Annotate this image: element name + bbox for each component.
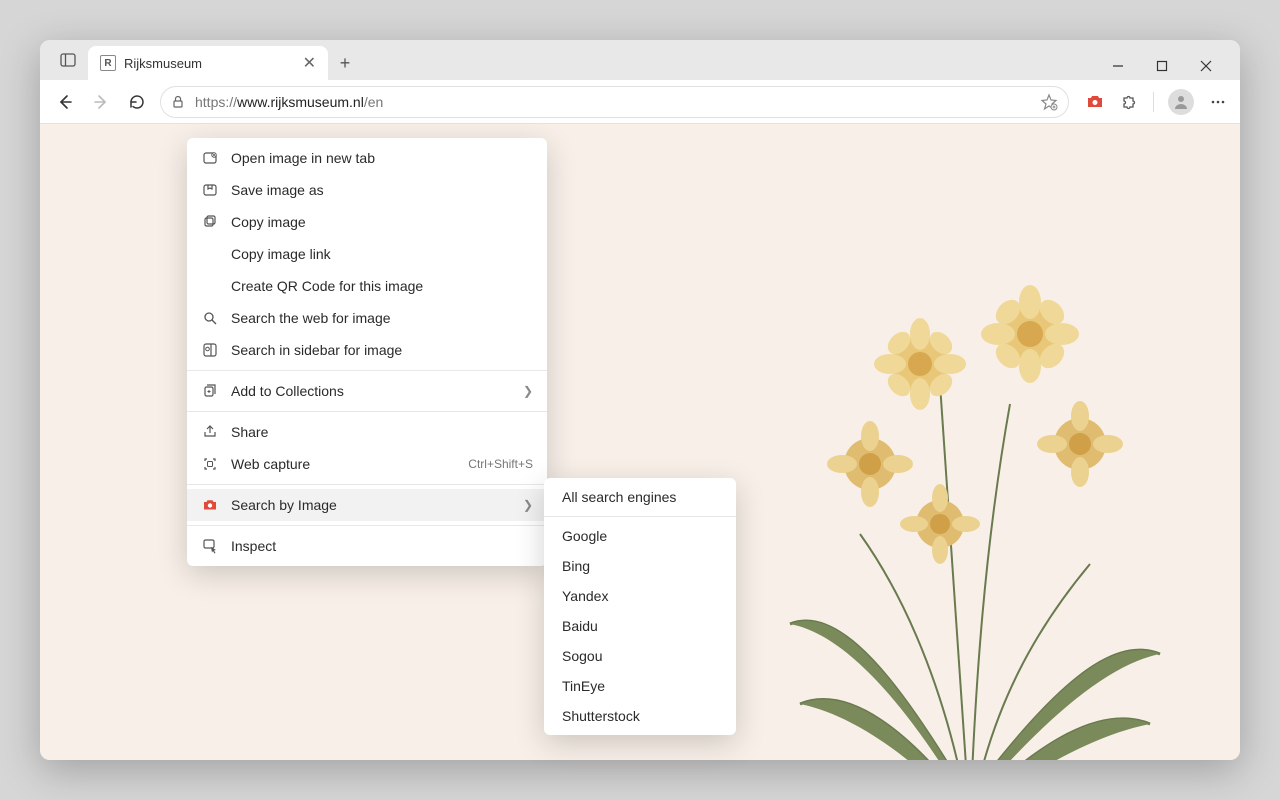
new-tab-button[interactable]: + <box>328 46 362 80</box>
share-icon <box>201 423 219 441</box>
tab-actions-button[interactable] <box>48 40 88 80</box>
url-scheme: https:// <box>195 94 237 110</box>
window-controls <box>1112 60 1232 80</box>
tab-title: Rijksmuseum <box>124 56 295 71</box>
ctx-label: Save image as <box>231 182 533 198</box>
ctx-label: Search the web for image <box>231 310 533 326</box>
puzzle-icon <box>1120 93 1138 111</box>
ctx-label: Inspect <box>231 538 533 554</box>
ctx-label: Add to Collections <box>231 383 511 399</box>
arrow-left-icon <box>56 93 74 111</box>
sub-google[interactable]: Google <box>544 521 736 551</box>
menu-button[interactable] <box>1208 92 1228 112</box>
ctx-label: Create QR Code for this image <box>231 278 533 294</box>
sub-yandex[interactable]: Yandex <box>544 581 736 611</box>
ctx-label: Copy image <box>231 214 533 230</box>
ctx-add-to-collections[interactable]: Add to Collections ❯ <box>187 375 547 407</box>
sub-bing[interactable]: Bing <box>544 551 736 581</box>
close-window-button[interactable] <box>1200 60 1220 72</box>
chevron-right-icon: ❯ <box>523 384 533 398</box>
search-icon <box>201 309 219 327</box>
person-icon <box>1172 93 1190 111</box>
ctx-shortcut: Ctrl+Shift+S <box>468 457 533 471</box>
save-icon <box>201 181 219 199</box>
ctx-inspect[interactable]: Inspect <box>187 530 547 562</box>
ctx-create-qr[interactable]: Create QR Code for this image <box>187 270 547 302</box>
sub-sogou[interactable]: Sogou <box>544 641 736 671</box>
sub-tineye[interactable]: TinEye <box>544 671 736 701</box>
camera-icon <box>201 496 219 514</box>
ctx-label: Open image in new tab <box>231 150 533 166</box>
forward-button[interactable] <box>88 89 114 115</box>
toolbar: https://www.rijksmuseum.nl/en <box>40 80 1240 124</box>
star-icon <box>1040 93 1058 111</box>
browser-tab[interactable]: R Rijksmuseum ✕ <box>88 46 328 80</box>
copy-icon <box>201 213 219 231</box>
profile-button[interactable] <box>1168 89 1194 115</box>
new-tab-icon <box>201 149 219 167</box>
collections-icon <box>201 382 219 400</box>
ctx-copy-image-link[interactable]: Copy image link <box>187 238 547 270</box>
context-menu: Open image in new tab Save image as Copy… <box>187 138 547 566</box>
search-by-image-extension-button[interactable] <box>1085 92 1105 112</box>
separator <box>187 370 547 371</box>
ctx-label: Search by Image <box>231 497 511 513</box>
favorite-button[interactable] <box>1040 93 1058 111</box>
ctx-label: Web capture <box>231 456 456 472</box>
ctx-search-web[interactable]: Search the web for image <box>187 302 547 334</box>
camera-icon <box>1086 93 1104 111</box>
ctx-open-image-new-tab[interactable]: Open image in new tab <box>187 142 547 174</box>
minimize-button[interactable] <box>1112 60 1132 72</box>
maximize-button[interactable] <box>1156 60 1176 72</box>
extensions-button[interactable] <box>1119 92 1139 112</box>
lock-icon <box>171 95 187 109</box>
blank-icon <box>201 245 219 263</box>
capture-icon <box>201 455 219 473</box>
toolbar-right <box>1079 89 1228 115</box>
tab-actions-icon <box>60 52 76 68</box>
ctx-search-sidebar[interactable]: Search in sidebar for image <box>187 334 547 366</box>
refresh-button[interactable] <box>124 89 150 115</box>
refresh-icon <box>128 93 146 111</box>
separator <box>187 411 547 412</box>
ctx-copy-image[interactable]: Copy image <box>187 206 547 238</box>
inspect-icon <box>201 537 219 555</box>
separator <box>187 525 547 526</box>
ctx-save-image-as[interactable]: Save image as <box>187 174 547 206</box>
ctx-label: Search in sidebar for image <box>231 342 533 358</box>
ctx-web-capture[interactable]: Web capture Ctrl+Shift+S <box>187 448 547 480</box>
titlebar: R Rijksmuseum ✕ + <box>40 40 1240 80</box>
search-by-image-submenu: All search engines Google Bing Yandex Ba… <box>544 478 736 735</box>
url-path: /en <box>364 94 383 110</box>
back-button[interactable] <box>52 89 78 115</box>
separator <box>544 516 736 517</box>
sub-baidu[interactable]: Baidu <box>544 611 736 641</box>
url-host: www.rijksmuseum.nl <box>237 94 364 110</box>
ctx-label: Share <box>231 424 533 440</box>
blank-icon <box>201 277 219 295</box>
chevron-right-icon: ❯ <box>523 498 533 512</box>
sub-shutterstock[interactable]: Shutterstock <box>544 701 736 731</box>
sub-all-engines[interactable]: All search engines <box>544 482 736 512</box>
favicon: R <box>100 55 116 71</box>
ctx-label: Copy image link <box>231 246 533 262</box>
arrow-right-icon <box>92 93 110 111</box>
dots-icon <box>1209 93 1227 111</box>
url-text: https://www.rijksmuseum.nl/en <box>195 94 1032 110</box>
ctx-share[interactable]: Share <box>187 416 547 448</box>
divider <box>1153 92 1154 112</box>
ctx-search-by-image[interactable]: Search by Image ❯ <box>187 489 547 521</box>
separator <box>187 484 547 485</box>
flower-image[interactable] <box>760 184 1180 760</box>
address-bar[interactable]: https://www.rijksmuseum.nl/en <box>160 86 1069 118</box>
tab-close-button[interactable]: ✕ <box>303 53 316 73</box>
sidebar-search-icon <box>201 341 219 359</box>
